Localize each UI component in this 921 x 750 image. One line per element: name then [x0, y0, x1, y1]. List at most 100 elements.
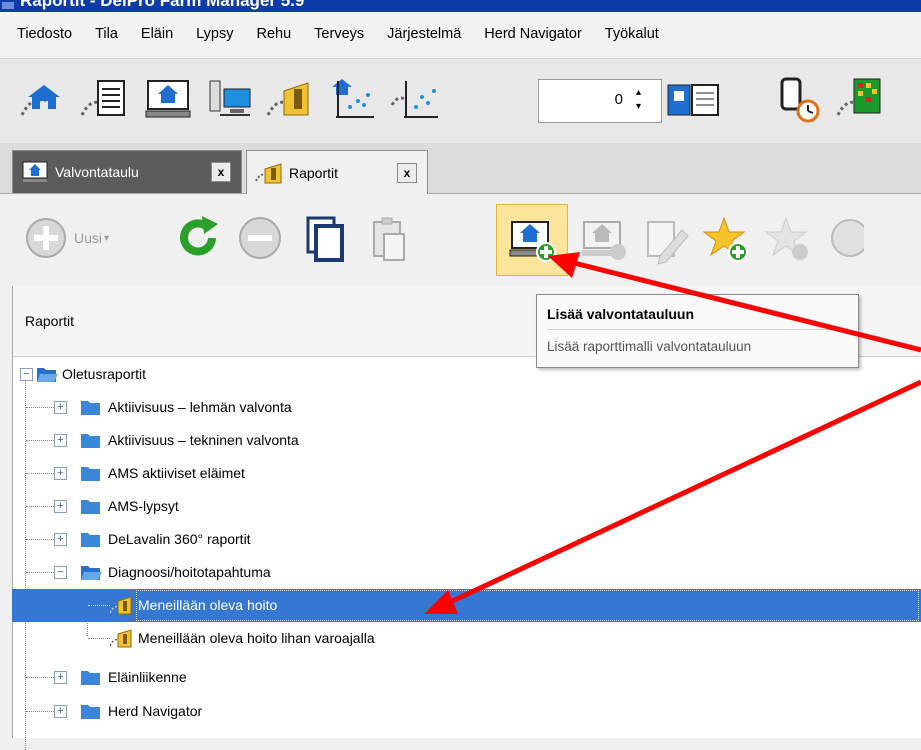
clipboard-icon: [373, 217, 405, 261]
tree-label: AMS aktiiviset eläimet: [108, 465, 245, 481]
folder-icon: [81, 467, 100, 481]
tree-node[interactable]: + Eläinliikenne: [12, 661, 921, 694]
report-list-icon[interactable]: [80, 75, 132, 123]
folder-icon: [81, 500, 100, 514]
open-folder-icon: [81, 566, 102, 580]
tab-strip: Valvontataulu x Raportit x: [0, 143, 921, 194]
scatter-route-icon[interactable]: [328, 75, 380, 123]
menu-tila[interactable]: Tila: [83, 26, 129, 42]
tree-label: Aktiivisuus – tekninen valvonta: [108, 432, 299, 448]
folder-icon: [81, 705, 100, 719]
remove-from-dashboard-button: [578, 208, 630, 268]
menu-terveys[interactable]: Terveys: [302, 26, 375, 42]
report-folder-icon[interactable]: [266, 75, 318, 123]
expand-icon[interactable]: +: [54, 705, 67, 718]
tooltip-title: Lisää valvontatauluun: [547, 306, 695, 322]
star-add-icon: [702, 216, 748, 262]
expand-icon[interactable]: +: [54, 401, 67, 414]
tab-raportit[interactable]: Raportit x: [246, 150, 428, 194]
tab-label: Raportit: [289, 164, 339, 181]
dashboard-monitor-icon: [22, 161, 48, 182]
tree-node-selected[interactable]: Meneillään oleva hoito: [12, 589, 921, 622]
tab-close-button[interactable]: x: [397, 162, 417, 183]
tab-valvontataulu[interactable]: Valvontataulu x: [12, 150, 242, 193]
tooltip-description: Lisää raporttimalli valvontatauluun: [547, 339, 752, 354]
tree-label: Oletusraportit: [62, 366, 147, 382]
tree-label: DeLavalin 360° raportit: [108, 531, 251, 547]
remove-button[interactable]: [234, 208, 286, 268]
tree-node[interactable]: Meneillään oleva hoito lihan varoajalla: [12, 622, 921, 655]
add-to-dashboard-button[interactable]: [506, 208, 558, 268]
main-toolbar: 0 ▴ ▾: [0, 58, 921, 143]
dropdown-arrow-icon: ▾: [104, 232, 110, 244]
tab-label: Valvontataulu: [55, 164, 139, 180]
report-grid-icon[interactable]: [836, 75, 888, 123]
new-label: Uusi: [74, 230, 103, 246]
new-report-button[interactable]: Uusi ▾: [24, 208, 160, 268]
edit-document-icon: [647, 221, 689, 265]
menu-lypsy[interactable]: Lypsy: [184, 26, 244, 42]
star-remove-icon: [764, 216, 808, 260]
report-folder-icon: [255, 162, 282, 183]
expand-icon[interactable]: +: [54, 533, 67, 546]
menu-rehu[interactable]: Rehu: [245, 26, 303, 42]
menu-tiedosto[interactable]: Tiedosto: [0, 26, 83, 42]
folder-icon: [81, 434, 100, 448]
home-route-icon[interactable]: [18, 75, 70, 123]
menu-elain[interactable]: Eläin: [129, 26, 184, 42]
plus-circle-icon: [26, 218, 66, 258]
tree-label: Meneillään oleva hoito lihan varoajalla: [138, 630, 375, 646]
folder-icon: [81, 533, 100, 547]
add-to-dashboard-icon: [509, 221, 556, 262]
remove-from-dashboard-icon: [582, 221, 626, 260]
remove-favorite-button: [764, 208, 816, 268]
refresh-button[interactable]: [172, 208, 224, 268]
expand-icon[interactable]: +: [54, 500, 67, 513]
dashboard-monitor-icon[interactable]: [142, 75, 194, 123]
menu-tyokalut[interactable]: Työkalut: [593, 26, 670, 42]
expand-icon[interactable]: +: [54, 434, 67, 447]
collapse-icon[interactable]: −: [20, 368, 33, 381]
tree-label: Eläinliikenne: [108, 669, 187, 685]
network-computer-icon[interactable]: [204, 75, 256, 123]
panel-header-label: Raportit: [25, 313, 75, 329]
spinner-value: 0: [614, 91, 623, 108]
back-button: [824, 208, 864, 268]
refresh-icon: [180, 216, 218, 256]
tree-label: Aktiivisuus – lehmän valvonta: [108, 399, 292, 415]
window-title: Raportit - DelPro Farm Manager 5.9: [20, 0, 305, 10]
tree-label: Herd Navigator: [108, 703, 203, 719]
edit-button: [640, 208, 692, 268]
tree-node-expanded[interactable]: − Diagnoosi/hoitotapahtuma: [12, 556, 921, 589]
minus-circle-icon: [239, 217, 281, 259]
folder-icon: [81, 671, 100, 685]
animal-card-icon[interactable]: [666, 81, 720, 119]
add-favorite-button[interactable]: [702, 208, 754, 268]
menu-bar: Tiedosto Tila Eläin Lypsy Rehu Terveys J…: [0, 12, 921, 56]
spinner-arrows-icon[interactable]: ▴ ▾: [636, 86, 641, 114]
tree-label: AMS-lypsyt: [108, 498, 179, 514]
tree-node[interactable]: + Aktiivisuus – tekninen valvonta: [12, 424, 921, 457]
bottle-timer-icon[interactable]: [774, 75, 826, 123]
tooltip: Lisää valvontatauluun Lisää raporttimall…: [536, 294, 859, 368]
animal-number-spinner[interactable]: 0 ▴ ▾: [538, 79, 662, 123]
menu-jarjestelma[interactable]: Järjestelmä: [375, 26, 472, 42]
report-toolbar: Uusi ▾: [12, 194, 921, 286]
menu-herd-navigator[interactable]: Herd Navigator: [472, 26, 593, 42]
tree-node[interactable]: + AMS aktiiviset eläimet: [12, 457, 921, 490]
tree-node[interactable]: + Aktiivisuus – lehmän valvonta: [12, 391, 921, 424]
report-icon: [110, 596, 132, 615]
paste-button: [362, 208, 414, 268]
title-bar: Raportit - DelPro Farm Manager 5.9: [0, 0, 921, 12]
scatter-chart-icon[interactable]: [390, 75, 442, 123]
tree-node[interactable]: + AMS-lypsyt: [12, 490, 921, 523]
copy-button[interactable]: [298, 208, 350, 268]
tab-close-button[interactable]: x: [211, 162, 231, 182]
collapse-icon[interactable]: −: [54, 566, 67, 579]
expand-icon[interactable]: +: [54, 467, 67, 480]
app-icon: [2, 2, 14, 9]
expand-icon[interactable]: +: [54, 671, 67, 684]
folder-icon: [81, 401, 100, 415]
tree-node[interactable]: + DeLavalin 360° raportit: [12, 523, 921, 556]
tree-node[interactable]: + Herd Navigator: [12, 695, 921, 728]
